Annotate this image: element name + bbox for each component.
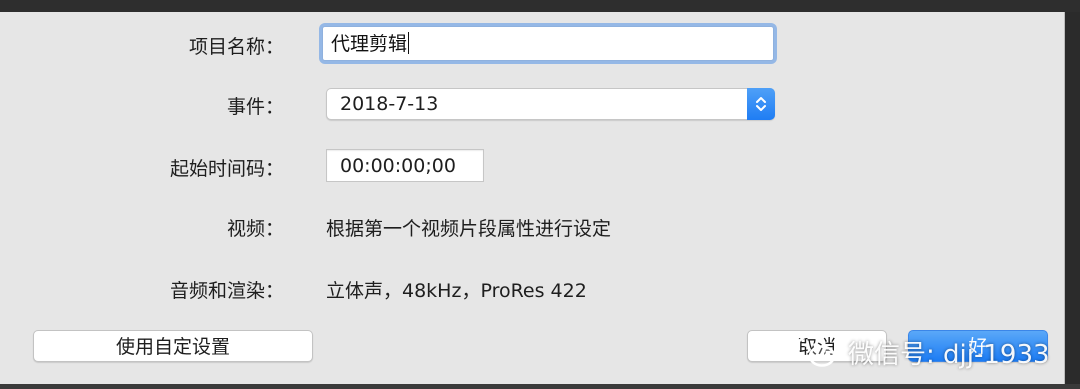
window-bottom-edge bbox=[0, 384, 1080, 389]
event-label: 事件： bbox=[226, 96, 284, 118]
start-timecode-label: 起始时间码： bbox=[169, 158, 284, 180]
event-select-value: 2018-7-13 bbox=[340, 93, 439, 115]
text-caret bbox=[408, 32, 410, 54]
start-timecode-value: 00:00:00;00 bbox=[340, 155, 456, 177]
wechat-watermark: 微信号: djj-1933 bbox=[794, 330, 1050, 374]
project-name-value: 代理剪辑 bbox=[331, 33, 408, 55]
start-timecode-input[interactable]: 00:00:00;00 bbox=[326, 149, 484, 182]
window-top-edge bbox=[0, 0, 1080, 12]
video-label: 视频： bbox=[226, 218, 284, 240]
video-setting-value: 根据第一个视频片段属性进行设定 bbox=[326, 218, 612, 240]
wechat-logo-icon bbox=[795, 334, 836, 367]
up-down-chevron-icon[interactable] bbox=[747, 88, 775, 120]
project-name-input[interactable]: 代理剪辑 bbox=[322, 26, 774, 61]
project-name-label: 项目名称： bbox=[188, 36, 284, 58]
watermark-text: 微信号: djj-1933 bbox=[848, 339, 1050, 370]
new-project-dialog: 项目名称： 代理剪辑 事件： 2018-7-13 起始时间码： 00:00:00… bbox=[0, 12, 1065, 384]
audio-render-label: 音频和渲染： bbox=[169, 280, 284, 302]
audio-render-value: 立体声，48kHz，ProRes 422 bbox=[326, 280, 587, 302]
use-custom-settings-button[interactable]: 使用自定设置 bbox=[33, 330, 313, 362]
event-select[interactable]: 2018-7-13 bbox=[326, 88, 775, 120]
